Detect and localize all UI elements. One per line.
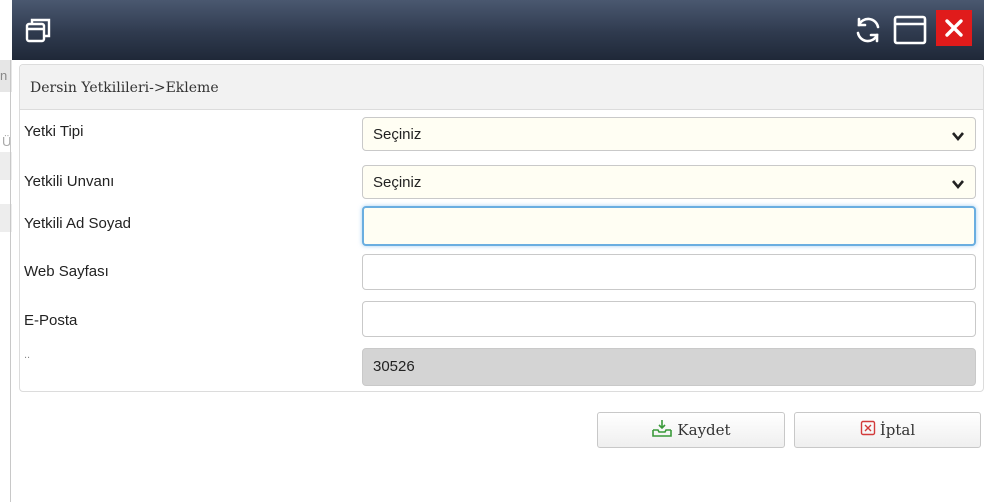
x-box-icon	[860, 420, 876, 440]
background-divider	[10, 60, 11, 502]
maximize-icon[interactable]	[892, 12, 928, 48]
cancel-label: İptal	[879, 421, 916, 439]
save-button[interactable]: Kaydet	[597, 412, 785, 448]
field-label-yetkili-unvani: Yetkili Unvanı	[24, 173, 115, 190]
restore-window-icon	[25, 16, 53, 44]
ad-soyad-input[interactable]	[362, 206, 976, 246]
panel-header: Dersin Yetkilileri->Ekleme	[20, 65, 983, 110]
field-label-hidden: ..	[24, 349, 31, 361]
readonly-value: 30526	[373, 358, 415, 375]
panel-title: Dersin Yetkilileri->Ekleme	[30, 80, 219, 96]
save-label: Kaydet	[677, 421, 731, 439]
yetki-tipi-select[interactable]: Seçiniz	[362, 117, 976, 151]
select-value: Seçiniz	[373, 174, 422, 191]
field-label-ad-soyad: Yetkili Ad Soyad	[24, 215, 132, 232]
form-panel: Dersin Yetkilileri->Ekleme Yetki Tipi Se…	[19, 64, 984, 392]
save-tray-icon	[651, 418, 673, 442]
refresh-icon[interactable]	[850, 12, 886, 48]
e-posta-input[interactable]	[362, 301, 976, 337]
chevron-down-icon	[951, 176, 965, 190]
readonly-id-field: 30526	[362, 348, 976, 386]
close-icon[interactable]	[936, 10, 972, 46]
field-label-web-sayfasi: Web Sayfası	[24, 263, 109, 280]
field-label-yetki-tipi: Yetki Tipi	[24, 123, 84, 140]
dialog-titlebar[interactable]	[12, 0, 984, 60]
yetkili-unvani-select[interactable]: Seçiniz	[362, 165, 976, 199]
chevron-down-icon	[951, 128, 965, 142]
web-sayfasi-input[interactable]	[362, 254, 976, 290]
field-label-e-posta: E-Posta	[24, 312, 78, 329]
select-value: Seçiniz	[373, 126, 422, 143]
background-char: n	[0, 68, 8, 83]
cancel-button[interactable]: İptal	[794, 412, 981, 448]
